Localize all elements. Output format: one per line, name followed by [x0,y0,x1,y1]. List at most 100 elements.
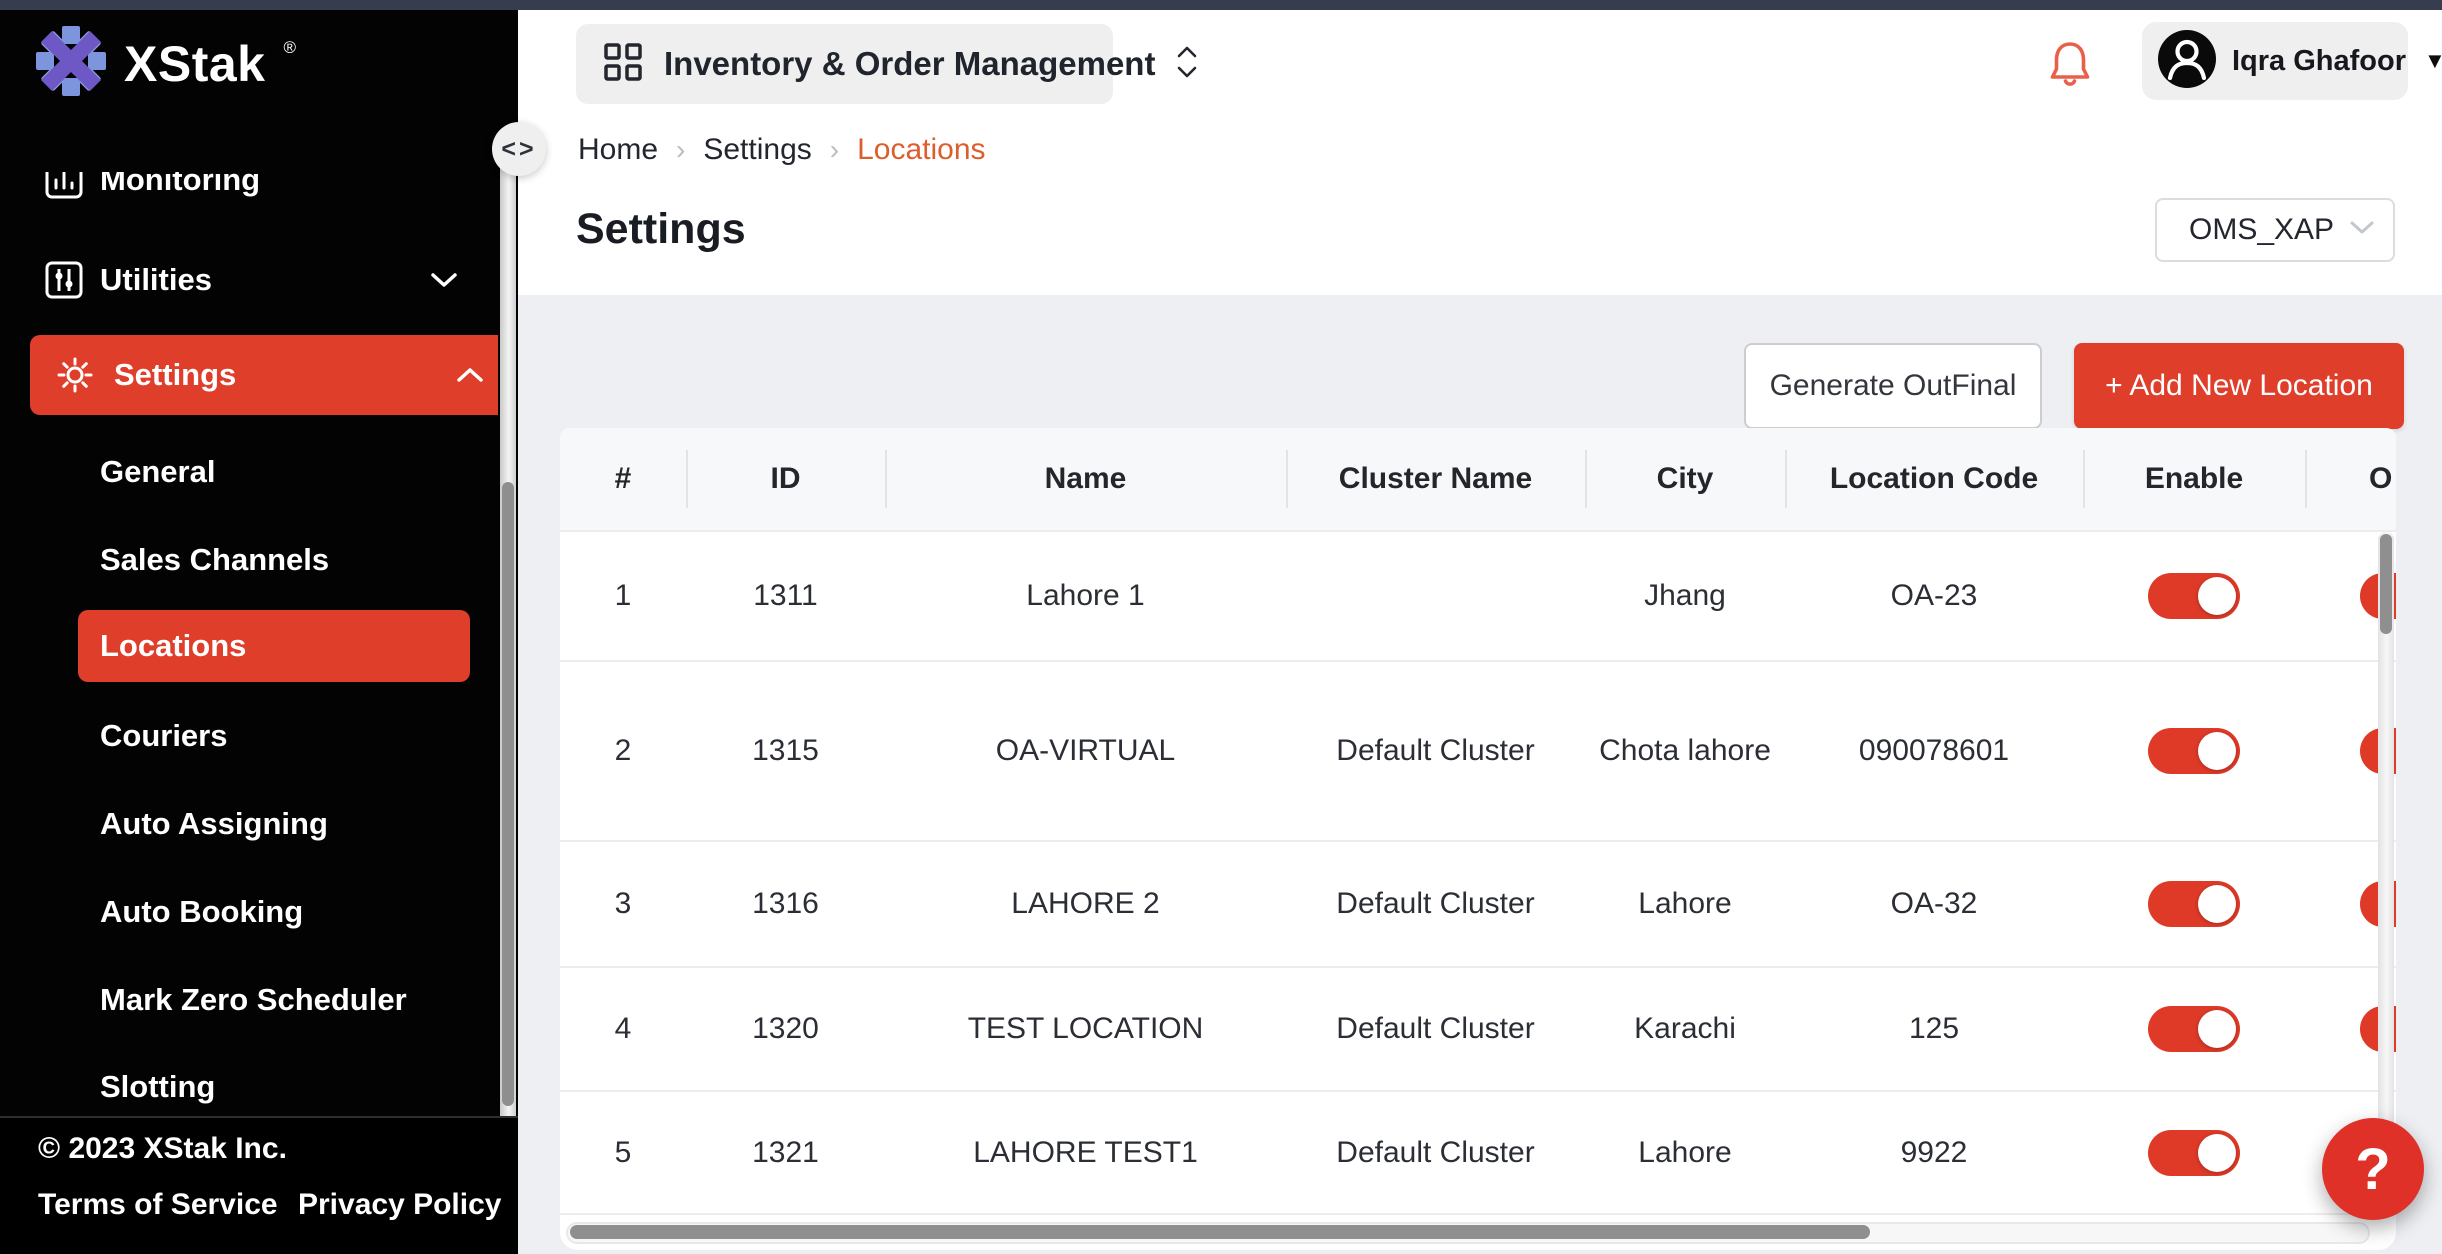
sidebar-collapse-button[interactable]: <> [492,122,546,176]
terms-of-service-link[interactable]: Terms of Service [38,1188,278,1222]
sidebar-item-monitoring[interactable]: Monitoring [0,172,498,208]
privacy-policy-link[interactable]: Privacy Policy [298,1188,501,1222]
sidebar-item-settings-active[interactable]: Settings [30,335,498,415]
cell-cluster: Default Cluster [1286,968,1585,1090]
table-row[interactable]: 4 1320 TEST LOCATION Default Cluster Kar… [560,968,2396,1092]
sidebar-scrollbar-track[interactable] [500,150,516,1135]
sidebar-item-utilities[interactable]: Utilities [0,252,498,308]
user-name: Iqra Ghafoor [2232,45,2406,78]
locations-table-card: # ID Name Cluster Name City Location Cod… [560,428,2396,1250]
cell-name: Lahore 1 [885,532,1286,660]
cell-enable [2083,662,2305,840]
gear-icon [56,356,94,394]
column-header-city[interactable]: City [1585,428,1785,530]
cell-city: Jhang [1585,532,1785,660]
cell-location-code: OA-23 [1785,532,2083,660]
cell-cluster: Default Cluster [1286,662,1585,840]
column-header-name[interactable]: Name [885,428,1286,530]
main-content: Inventory & Order Management [518,10,2442,1254]
table-body: 1 1311 Lahore 1 Jhang OA-23 2 1315 OA-VI… [560,532,2396,1215]
cell-id: 1320 [686,968,885,1090]
table-horizontal-scrollbar-track[interactable] [566,1222,2370,1244]
enable-toggle-on[interactable] [2148,1006,2240,1052]
caret-down-icon: ▼ [2424,48,2442,74]
sidebar-item-sales-channels[interactable]: Sales Channels [100,532,329,588]
app-window: XStak ® Monitoring Uti [0,0,2442,1254]
add-new-location-button[interactable]: + Add New Location [2074,343,2404,429]
cell-id: 1316 [686,842,885,966]
notifications-bell-button[interactable] [2048,38,2092,95]
table-row[interactable]: 5 1321 LAHORE TEST1 Default Cluster Laho… [560,1092,2396,1215]
brand-logo[interactable]: XStak ® [34,24,294,103]
cell-name: TEST LOCATION [885,968,1286,1090]
breadcrumb-separator-icon: › [830,134,839,166]
enable-toggle-on[interactable] [2148,1130,2240,1176]
cell-enable [2083,968,2305,1090]
column-header-location-code[interactable]: Location Code [1785,428,2083,530]
cell-enable [2083,532,2305,660]
generate-outfinal-button[interactable]: Generate OutFinal [1744,343,2042,429]
app-switcher[interactable]: Inventory & Order Management [576,24,1113,104]
column-header-enable[interactable]: Enable [2083,428,2305,530]
question-mark-icon: ? [2355,1136,2390,1203]
breadcrumb-home[interactable]: Home [578,133,658,167]
user-menu[interactable]: Iqra Ghafoor ▼ [2142,22,2408,100]
chevron-down-icon [430,272,458,288]
sidebar-item-label: Monitoring [100,172,260,198]
sidebar-menu: Monitoring Utilities [0,172,498,1108]
avatar [2158,30,2216,93]
sidebar-item-auto-assigning[interactable]: Auto Assigning [100,796,328,852]
help-fab-button[interactable]: ? [2322,1118,2424,1220]
cell-cluster: Default Cluster [1286,1092,1585,1213]
cell-name: LAHORE TEST1 [885,1092,1286,1213]
table-row[interactable]: 3 1316 LAHORE 2 Default Cluster Lahore O… [560,842,2396,968]
cell-id: 1321 [686,1092,885,1213]
cell-city: Karachi [1585,968,1785,1090]
breadcrumb-separator-icon: › [676,134,685,166]
cell-enable [2083,842,2305,966]
page-title: Settings [576,205,746,254]
breadcrumb-locations-current: Locations [857,133,985,167]
cell-location-code: 090078601 [1785,662,2083,840]
sidebar: XStak ® Monitoring Uti [0,10,518,1254]
sidebar-item-locations-active[interactable]: Locations [78,610,470,682]
environment-select[interactable]: OMS_XAP [2155,198,2395,262]
cell-id: 1315 [686,662,885,840]
sidebar-item-couriers[interactable]: Couriers [100,708,227,764]
sidebar-scrollbar-thumb[interactable] [502,482,514,1106]
brand-name: XStak [124,35,265,93]
sidebar-item-label: Utilities [100,262,212,298]
column-header-num[interactable]: # [560,428,686,530]
column-header-id[interactable]: ID [686,428,885,530]
monitoring-icon [44,172,84,200]
sidebar-item-auto-booking[interactable]: Auto Booking [100,884,303,940]
sidebar-item-mark-zero-scheduler[interactable]: Mark Zero Scheduler [100,972,407,1028]
table-vertical-scrollbar-thumb[interactable] [2380,534,2392,634]
enable-toggle-on[interactable] [2148,881,2240,927]
collapse-sidebar-icon: <> [501,135,536,164]
cell-num: 3 [560,842,686,966]
column-header-cluster[interactable]: Cluster Name [1286,428,1585,530]
enable-toggle-on[interactable] [2148,728,2240,774]
cell-num: 1 [560,532,686,660]
column-header-clipped[interactable]: O [2305,428,2396,530]
cell-id: 1311 [686,532,885,660]
sidebar-footer: © 2023 XStak Inc. Terms of Service Priva… [0,1116,518,1254]
table-row[interactable]: 2 1315 OA-VIRTUAL Default Cluster Chota … [560,662,2396,842]
table-vertical-scrollbar-track[interactable] [2378,532,2394,1212]
enable-toggle-on[interactable] [2148,573,2240,619]
cell-location-code: 9922 [1785,1092,2083,1213]
environment-select-value: OMS_XAP [2189,213,2334,247]
grid-icon [602,41,644,88]
breadcrumb-settings[interactable]: Settings [703,133,811,167]
sidebar-item-slotting[interactable]: Slotting [100,1059,215,1108]
sidebar-item-general[interactable]: General [100,444,215,500]
table-horizontal-scrollbar-thumb[interactable] [570,1225,1870,1239]
xstak-pinwheel-icon [34,24,108,103]
cell-num: 5 [560,1092,686,1213]
cell-enable [2083,1092,2305,1213]
table-row[interactable]: 1 1311 Lahore 1 Jhang OA-23 [560,532,2396,662]
chevron-down-icon [2349,220,2375,241]
cell-cluster [1286,532,1585,660]
cell-name: LAHORE 2 [885,842,1286,966]
